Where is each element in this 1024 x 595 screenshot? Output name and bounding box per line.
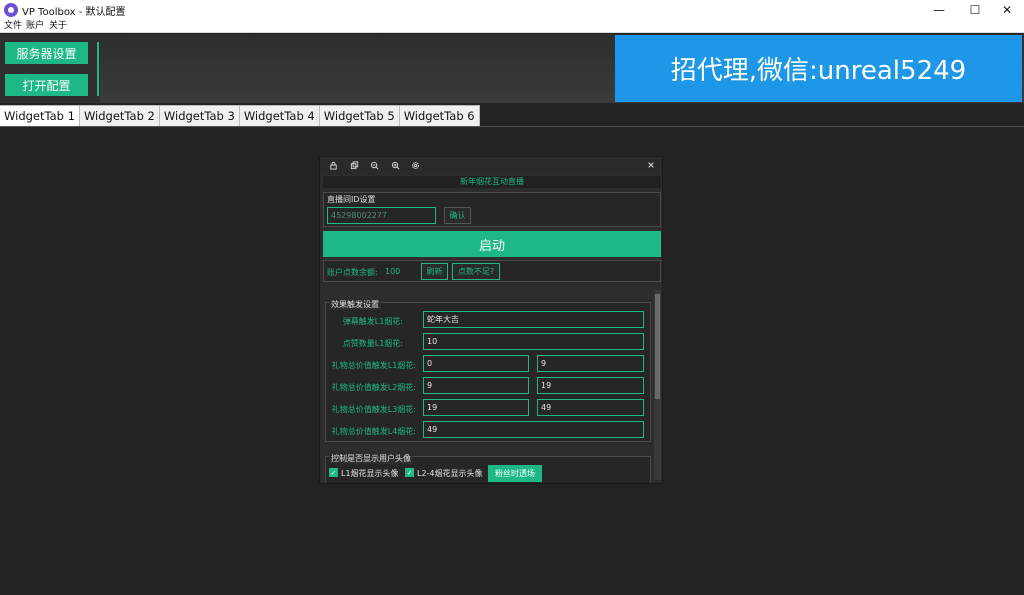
settings-scroll-area[interactable]: 效果触发设置 弹幕触发L1烟花: 蛇年大吉 点赞数量L1烟花: 10 礼物总价值… (323, 289, 661, 483)
effect-row-label: 点赞数量L1烟花: (342, 339, 403, 348)
refresh-button[interactable]: 刷新 (421, 263, 448, 280)
danmaku-l1-input[interactable]: 蛇年大吉 (423, 311, 644, 328)
menu-file[interactable]: 文件 (4, 20, 22, 33)
start-button[interactable]: 启动 (323, 231, 661, 257)
panel-title: 新年烟花互动直播 (323, 176, 661, 188)
confirm-button[interactable]: 确认 (444, 207, 471, 224)
fireworks-widget-panel: 新年烟花互动直播 直播间ID设置 45298002277 确认 启动 账户点数余… (319, 156, 663, 484)
effect-trigger-group-label: 效果触发设置 (329, 299, 381, 310)
gift-l2-min-input[interactable]: 9 (423, 377, 529, 394)
top-toolbar: 服务器设置 打开配置 招代理,微信:unreal5249 (0, 34, 1024, 103)
menu-account[interactable]: 账户 (26, 20, 44, 33)
tab-widget-6[interactable]: WidgetTab 6 (399, 105, 480, 126)
balance-row: 账户点数余额: 100 刷新 点数不足? (323, 260, 661, 282)
open-config-button[interactable]: 打开配置 (5, 74, 88, 96)
tab-widget-5[interactable]: WidgetTab 5 (319, 105, 400, 126)
gift-l3-max-input[interactable]: 49 (537, 399, 644, 416)
copy-icon[interactable] (349, 160, 359, 170)
avatar-display-group: 控制是否显示用户头像 ✓ L1烟花显示头像 ✓ L2-4烟花显示头像 粉丝时透场 (325, 453, 651, 483)
minimize-button[interactable]: — (922, 0, 956, 20)
gift-l1-max-input[interactable]: 9 (537, 355, 644, 372)
gift-l4-input[interactable]: 49 (423, 421, 644, 438)
insufficient-points-button[interactable]: 点数不足? (452, 263, 500, 280)
l2-4-avatar-label: L2-4烟花显示头像 (417, 469, 483, 478)
balance-label: 账户点数余额: (327, 268, 378, 277)
close-icon[interactable] (646, 160, 656, 170)
lock-icon[interactable] (328, 160, 338, 170)
tab-widget-4[interactable]: WidgetTab 4 (239, 105, 320, 126)
effect-row-label: 礼物总价值触发L1烟花: (331, 361, 416, 370)
gift-l3-min-input[interactable]: 19 (423, 399, 529, 416)
zoom-out-icon[interactable] (369, 160, 379, 170)
balance-value: 100 (385, 267, 401, 276)
room-id-input[interactable]: 45298002277 (327, 207, 436, 224)
tab-widget-3[interactable]: WidgetTab 3 (159, 105, 240, 126)
zoom-in-icon[interactable] (390, 160, 400, 170)
maximize-button[interactable]: ☐ (958, 0, 992, 20)
menu-bar: 文件 账户 关于 (0, 20, 1024, 33)
menu-about[interactable]: 关于 (49, 20, 67, 33)
gift-l1-min-input[interactable]: 0 (423, 355, 529, 372)
tab-divider (0, 126, 1024, 127)
room-id-group: 直播间ID设置 45298002277 确认 (323, 192, 661, 227)
l1-avatar-checkbox[interactable]: ✓ (329, 468, 338, 477)
scrollbar-thumb[interactable] (655, 294, 660, 399)
effect-row-label: 礼物总价值触发L3烟花: (331, 405, 416, 414)
effect-trigger-group: 效果触发设置 弹幕触发L1烟花: 蛇年大吉 点赞数量L1烟花: 10 礼物总价值… (325, 299, 651, 442)
tab-widget-1[interactable]: WidgetTab 1 (0, 105, 80, 126)
title-bar: VP Toolbox - 默认配置 — ☐ ✕ (0, 0, 1024, 20)
room-id-group-label: 直播间ID设置 (327, 195, 376, 204)
likes-l1-input[interactable]: 10 (423, 333, 644, 350)
app-logo-icon (4, 3, 18, 17)
widget-tabs: WidgetTab 1 WidgetTab 2 WidgetTab 3 Widg… (0, 105, 480, 126)
promo-banner: 招代理,微信:unreal5249 (615, 35, 1022, 102)
close-window-button[interactable]: ✕ (990, 0, 1024, 20)
effect-row-label: 弹幕触发L1烟花: (342, 317, 403, 326)
panel-header (320, 157, 662, 175)
avatar-group-label: 控制是否显示用户头像 (329, 453, 413, 464)
effect-row-label: 礼物总价值触发L2烟花: (331, 383, 416, 392)
vertical-scrollbar[interactable] (654, 290, 661, 480)
server-settings-button[interactable]: 服务器设置 (5, 42, 88, 64)
gear-icon[interactable] (410, 160, 420, 170)
fans-entrance-button[interactable]: 粉丝时透场 (488, 465, 542, 482)
tab-widget-2[interactable]: WidgetTab 2 (79, 105, 160, 126)
toolbar-divider (97, 42, 99, 96)
window-title: VP Toolbox - 默认配置 (22, 7, 126, 18)
toolbar-left: 服务器设置 打开配置 (0, 34, 100, 103)
effect-row-label: 礼物总价值触发L4烟花: (331, 427, 416, 436)
gift-l2-max-input[interactable]: 19 (537, 377, 644, 394)
l2-4-avatar-checkbox[interactable]: ✓ (405, 468, 414, 477)
l1-avatar-label: L1烟花显示头像 (341, 469, 399, 478)
